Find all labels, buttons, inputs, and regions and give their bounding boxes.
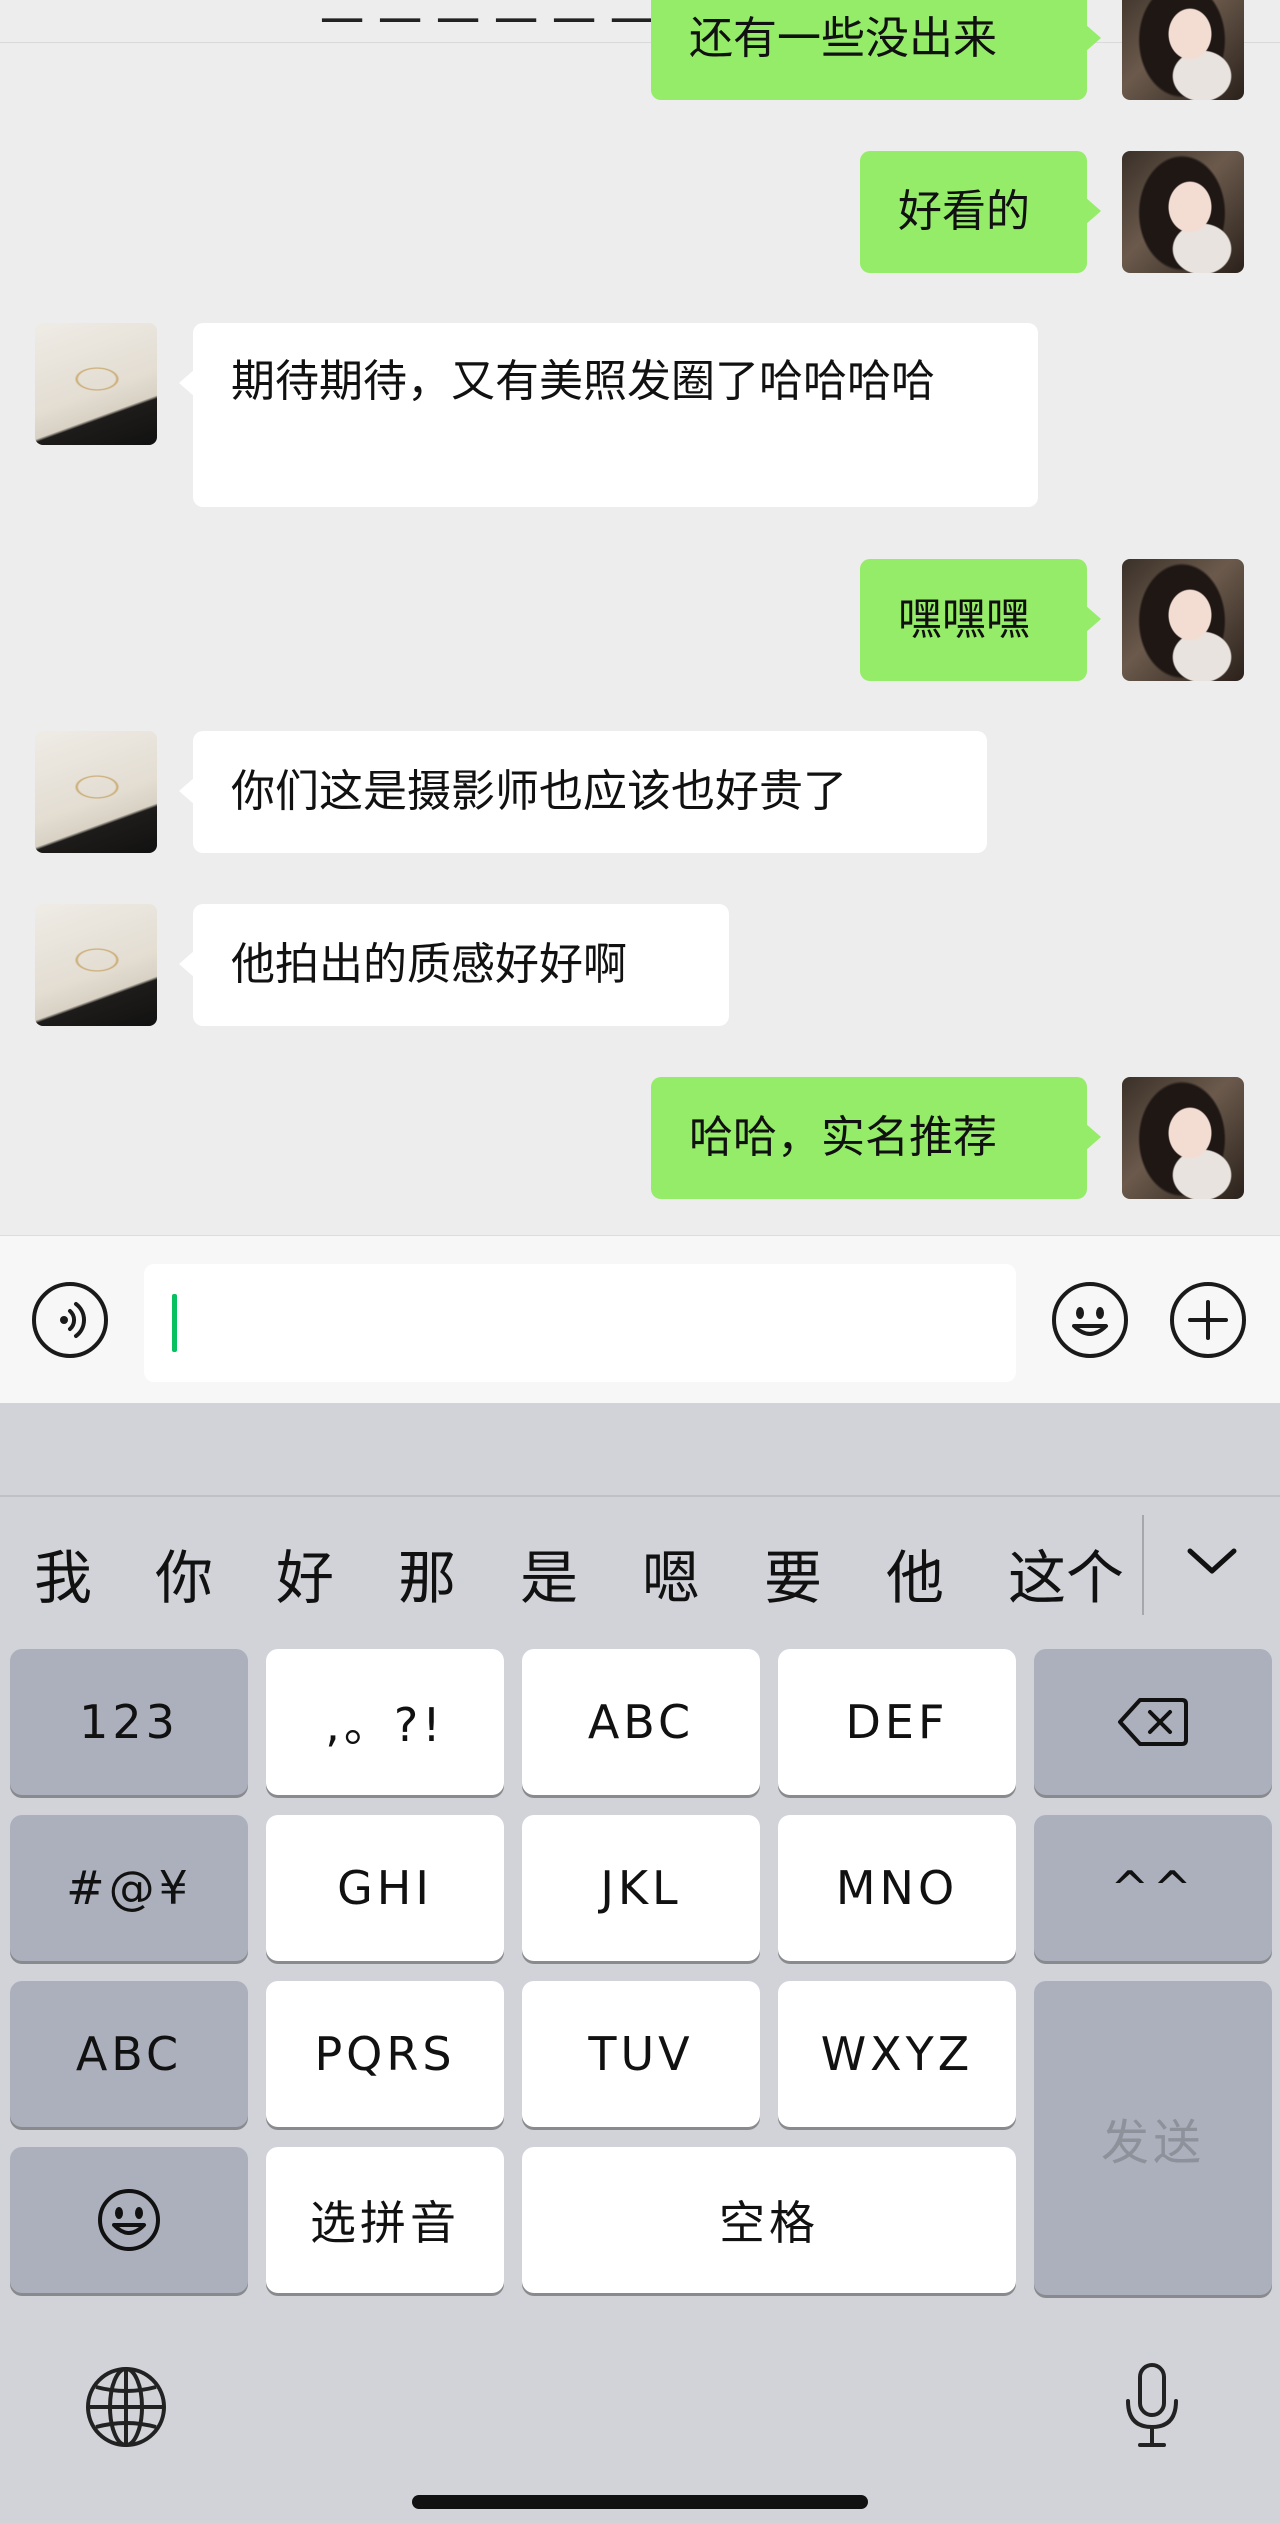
message-input[interactable] (144, 1264, 1016, 1382)
key-label: ,。?! (325, 1698, 445, 1752)
key-english-mode[interactable]: ABC (10, 1981, 248, 2127)
my-avatar[interactable] (1122, 151, 1244, 273)
key-pqrs[interactable]: PQRS (266, 1981, 504, 2127)
backspace-icon (1118, 1698, 1188, 1746)
key-label: MNO (835, 1861, 959, 1915)
key-label: TUV (588, 2027, 694, 2081)
emoji-button[interactable] (1052, 1282, 1128, 1358)
voice-input-button[interactable] (32, 1282, 108, 1358)
key-label: GHI (337, 1861, 433, 1915)
candidate-bar-divider (0, 1495, 1280, 1497)
key-label: 选拼音 (310, 2196, 460, 2250)
key-label: 123 (79, 1695, 179, 1749)
contact-avatar[interactable] (35, 731, 157, 853)
home-indicator (412, 2495, 868, 2509)
key-123[interactable]: 123 (10, 1649, 248, 1795)
candidate-word[interactable]: 你 (155, 1543, 213, 1613)
message-bubble-received[interactable]: 他拍出的质感好好啊 (179, 904, 729, 1026)
key-jkl[interactable]: JKL (522, 1815, 760, 1961)
message-text: 还有一些没出来 (689, 13, 997, 64)
key-label: ABC (75, 2027, 183, 2081)
message-bubble-sent[interactable]: 还有一些没出来 (651, 0, 1101, 100)
message-bubble-received[interactable]: 你们这是摄影师也应该也好贵了 (179, 731, 987, 853)
key-label: 空格 (719, 2196, 819, 2250)
plus-icon (1188, 1300, 1228, 1340)
chat-area: 一 一 一 一 一 一 一 还有一些没出来 好看的 期待期待，又有美照发圈了哈哈… (0, 0, 1280, 1235)
message-bubble-sent[interactable]: 好看的 (860, 151, 1101, 273)
key-ghi[interactable]: GHI (266, 1815, 504, 1961)
message-text: 哈哈，实名推荐 (689, 1112, 997, 1163)
select-pinyin-key[interactable]: 选拼音 (266, 2147, 504, 2293)
candidate-word[interactable]: 这个 (1008, 1543, 1124, 1613)
key-label: ABC (587, 1695, 695, 1749)
message-text: 嘿嘿嘿 (898, 594, 1030, 645)
key-wxyz[interactable]: WXYZ (778, 1981, 1016, 2127)
my-avatar[interactable] (1122, 1077, 1244, 1199)
message-text: 期待期待，又有美照发圈了哈哈哈哈 (231, 356, 935, 407)
candidate-word[interactable]: 那 (398, 1543, 456, 1613)
candidate-divider (1142, 1515, 1144, 1615)
pinyin-keyboard: 我 你 好 那 是 嗯 要 他 这个 123 ,。?! ABC DEF #@¥ … (0, 1403, 1280, 2523)
emoji-icon (98, 2189, 160, 2251)
key-punctuation[interactable]: ,。?! (266, 1649, 504, 1795)
key-label: DEF (845, 1695, 949, 1749)
key-label: ^^ (1110, 1861, 1196, 1915)
chevron-down-icon[interactable] (1182, 1541, 1242, 1581)
candidate-word[interactable]: 是 (520, 1543, 578, 1613)
message-bubble-sent[interactable]: 哈哈，实名推荐 (651, 1077, 1101, 1199)
key-label: WXYZ (820, 2027, 974, 2081)
candidate-word[interactable]: 要 (764, 1543, 822, 1613)
candidate-word[interactable]: 他 (886, 1543, 944, 1613)
key-symbols[interactable]: #@¥ (10, 1815, 248, 1961)
space-key[interactable]: 空格 (522, 2147, 1016, 2293)
more-actions-button[interactable] (1170, 1282, 1246, 1358)
emoji-icon (1072, 1307, 1108, 1336)
key-def[interactable]: DEF (778, 1649, 1016, 1795)
input-bar (0, 1235, 1280, 1404)
message-bubble-sent[interactable]: 嘿嘿嘿 (860, 559, 1101, 681)
globe-icon[interactable] (84, 2365, 168, 2449)
message-bubble-received[interactable]: 期待期待，又有美照发圈了哈哈哈哈 (179, 323, 1038, 507)
key-label: PQRS (314, 2027, 456, 2081)
key-tuv[interactable]: TUV (522, 1981, 760, 2127)
message-text: 他拍出的质感好好啊 (231, 939, 627, 990)
my-avatar[interactable] (1122, 559, 1244, 681)
send-key[interactable]: 发送 (1034, 1981, 1272, 2295)
my-avatar[interactable] (1122, 0, 1244, 100)
candidate-word[interactable]: 我 (34, 1543, 92, 1613)
mic-icon[interactable] (1120, 2361, 1184, 2451)
candidate-word[interactable]: 好 (276, 1543, 334, 1613)
contact-avatar[interactable] (35, 904, 157, 1026)
contact-avatar[interactable] (35, 323, 157, 445)
send-label: 发送 (1100, 2115, 1205, 2171)
key-mno[interactable]: MNO (778, 1815, 1016, 1961)
backspace-key[interactable] (1034, 1649, 1272, 1795)
text-caret (172, 1294, 177, 1352)
message-text: 好看的 (898, 186, 1030, 237)
key-abc-letters[interactable]: ABC (522, 1649, 760, 1795)
candidate-word[interactable]: 嗯 (642, 1543, 700, 1613)
key-label: JKL (600, 1861, 682, 1915)
voice-icon (60, 1302, 86, 1338)
message-text: 你们这是摄影师也应该也好贵了 (231, 766, 847, 817)
key-label: #@¥ (66, 1861, 192, 1915)
key-kaomoji[interactable]: ^^ (1034, 1815, 1272, 1961)
emoji-key[interactable] (10, 2147, 248, 2293)
